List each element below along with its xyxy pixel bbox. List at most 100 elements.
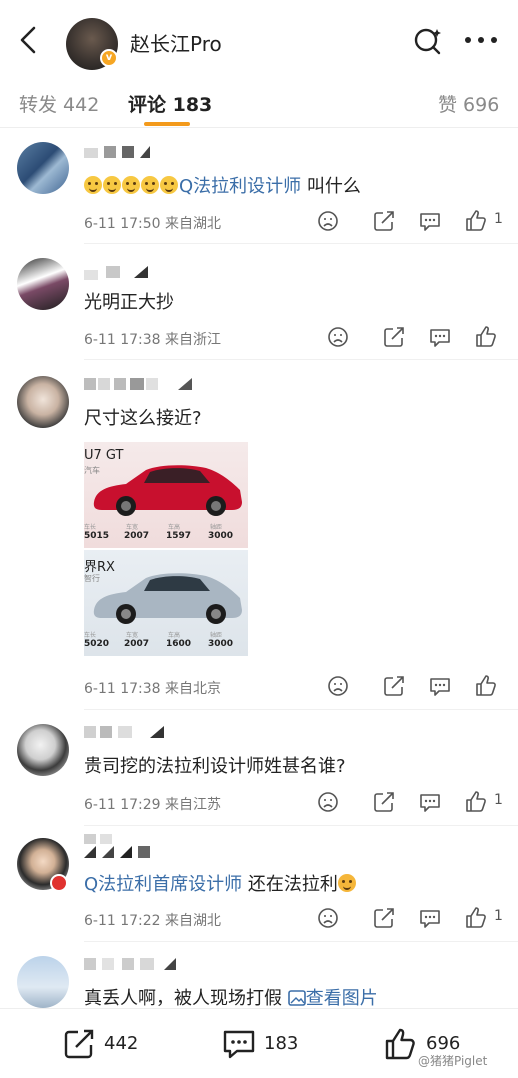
- repost-count: 442: [104, 1033, 139, 1054]
- spec-label: 轴距: [210, 632, 223, 639]
- repost-icon: [64, 1029, 94, 1059]
- spec-value: 5020: [84, 639, 110, 649]
- search-icon[interactable]: [412, 25, 444, 57]
- cat-grin-emoji-icon: [337, 874, 356, 892]
- like-thumb-icon[interactable]: [474, 325, 498, 349]
- smile-emoji-icon: [122, 176, 140, 194]
- detail-tabs: 转发 442 评论 183 赞 696: [0, 72, 518, 128]
- share-icon[interactable]: [372, 790, 396, 814]
- spec-label: 车高: [168, 524, 181, 531]
- comment-meta: 6-11 17:38 来自浙江: [84, 332, 222, 348]
- reply-icon[interactable]: [418, 790, 442, 814]
- dislike-face-icon[interactable]: [316, 790, 340, 814]
- comment-text: Q法拉利设计师 叫什么: [84, 172, 361, 198]
- comment-meta: 6-11 17:29 来自江苏: [84, 797, 222, 813]
- reply-icon[interactable]: [428, 674, 452, 698]
- watermark: @猪猪Piglet: [418, 1054, 488, 1068]
- spec-label: 轴距: [210, 524, 223, 531]
- commenter-name-redacted[interactable]: [84, 956, 204, 972]
- smile-emoji-icon: [84, 176, 102, 194]
- comment-actions: 1: [316, 906, 506, 930]
- topic-link[interactable]: Q法拉利设计师: [179, 176, 301, 197]
- reply-icon[interactable]: [418, 906, 442, 930]
- dislike-face-icon[interactable]: [316, 906, 340, 930]
- comment-actions: [326, 674, 516, 698]
- spec-value: 2007: [124, 639, 150, 649]
- comment-body: 叫什么: [301, 176, 361, 197]
- spec-value: 2007: [124, 531, 150, 541]
- like-count: 1: [494, 908, 503, 924]
- comment-text: 真丢人啊，被人现场打假 查看图片: [84, 984, 378, 1008]
- red-car-picture: [93, 465, 242, 516]
- commenter-name-redacted[interactable]: [84, 724, 174, 740]
- spec-value: 3000: [208, 639, 234, 649]
- reply-icon[interactable]: [418, 209, 442, 233]
- commenter-name-redacted[interactable]: [84, 144, 154, 160]
- like-count: 1: [494, 792, 503, 808]
- spec-label: 车长: [84, 632, 97, 639]
- commenter-avatar[interactable]: [17, 376, 69, 428]
- comment-actions: 1: [316, 209, 506, 233]
- back-arrow-icon[interactable]: [14, 24, 42, 56]
- membership-badge-icon: [50, 874, 68, 892]
- spec-row: 车长 5020 车宽 2007 车高 1600 轴距 3000: [84, 630, 248, 652]
- commenter-name-redacted[interactable]: [84, 376, 196, 392]
- like-thumb-icon[interactable]: [464, 790, 488, 814]
- active-tab-indicator: [144, 122, 190, 126]
- share-icon[interactable]: [382, 674, 406, 698]
- spec-row: 车长 5015 车宽 2007 车高 1597 轴距 3000: [84, 522, 248, 544]
- tab-reposts[interactable]: 转发 442: [19, 90, 99, 117]
- top-nav-bar: v 赵长江Pro: [0, 0, 518, 72]
- like-thumb-icon[interactable]: [464, 209, 488, 233]
- tab-likes[interactable]: 赞 696: [438, 90, 499, 117]
- share-icon[interactable]: [382, 325, 406, 349]
- like-count: 1: [494, 211, 503, 227]
- spec-value: 1597: [166, 531, 192, 541]
- commenter-avatar[interactable]: [17, 956, 69, 1008]
- dislike-face-icon[interactable]: [326, 674, 350, 698]
- commenter-avatar[interactable]: [17, 142, 69, 194]
- comment-meta: 6-11 17:50 来自湖北: [84, 216, 222, 232]
- commenter-avatar[interactable]: [17, 258, 69, 310]
- share-icon[interactable]: [372, 209, 396, 233]
- comment-actions: 1: [316, 790, 506, 814]
- more-options-icon[interactable]: [464, 34, 498, 46]
- spec-label: 车长: [84, 524, 97, 531]
- dislike-face-icon[interactable]: [326, 325, 350, 349]
- attached-image[interactable]: U7 GT 汽车 车长 5015 车宽 2007 车高 1597 轴距 3000: [84, 442, 248, 548]
- smile-emoji-icon: [141, 176, 159, 194]
- commenter-name-redacted[interactable]: [84, 264, 154, 280]
- comment-count: 183: [264, 1033, 299, 1054]
- comment-item: Q法拉利首席设计师 还在法拉利 6-11 17:22 来自湖北 1: [0, 826, 518, 942]
- commenter-avatar[interactable]: [17, 724, 69, 776]
- spec-value: 5015: [84, 531, 110, 541]
- comment-item: 真丢人啊，被人现场打假 查看图片: [0, 942, 518, 1008]
- dislike-face-icon[interactable]: [316, 209, 340, 233]
- tab-comments[interactable]: 评论 183: [128, 90, 212, 117]
- like-icon: [385, 1028, 415, 1060]
- silver-car-picture: [93, 573, 242, 624]
- spec-value: 3000: [208, 531, 234, 541]
- like-thumb-icon[interactable]: [464, 906, 488, 930]
- comment-item: 尺寸这么接近? U7 GT 汽车 车长 5015 车宽 2007 车高 1597…: [0, 360, 518, 710]
- comment-actions: [326, 325, 516, 349]
- comment-item: 光明正大抄 6-11 17:38 来自浙江: [0, 244, 518, 360]
- comment-item: Q法拉利设计师 叫什么 6-11 17:50 来自湖北 1: [0, 128, 518, 244]
- smile-emoji-icon: [160, 176, 178, 194]
- commenter-name-redacted[interactable]: [84, 832, 164, 860]
- spec-value: 1600: [166, 639, 192, 649]
- comment-meta: 6-11 17:38 来自北京: [84, 681, 222, 697]
- comment-icon: [223, 1030, 255, 1059]
- share-icon[interactable]: [372, 906, 396, 930]
- spec-label: 车宽: [126, 524, 139, 531]
- spec-label: 车宽: [126, 632, 139, 639]
- comment-text: Q法拉利首席设计师 还在法拉利: [84, 870, 357, 896]
- reply-icon[interactable]: [428, 325, 452, 349]
- spec-label: 车高: [168, 632, 181, 639]
- view-image-link[interactable]: 查看图片: [306, 988, 378, 1008]
- topic-link[interactable]: Q法拉利首席设计师: [84, 874, 242, 895]
- comment-item: 贵司挖的法拉利设计师姓甚名谁? 6-11 17:29 来自江苏 1: [0, 710, 518, 826]
- page-title[interactable]: 赵长江Pro: [130, 28, 222, 57]
- like-thumb-icon[interactable]: [474, 674, 498, 698]
- attached-image[interactable]: 界RX 智行 车长 5020 车宽 2007 车高 1600 轴距 3000: [84, 550, 248, 656]
